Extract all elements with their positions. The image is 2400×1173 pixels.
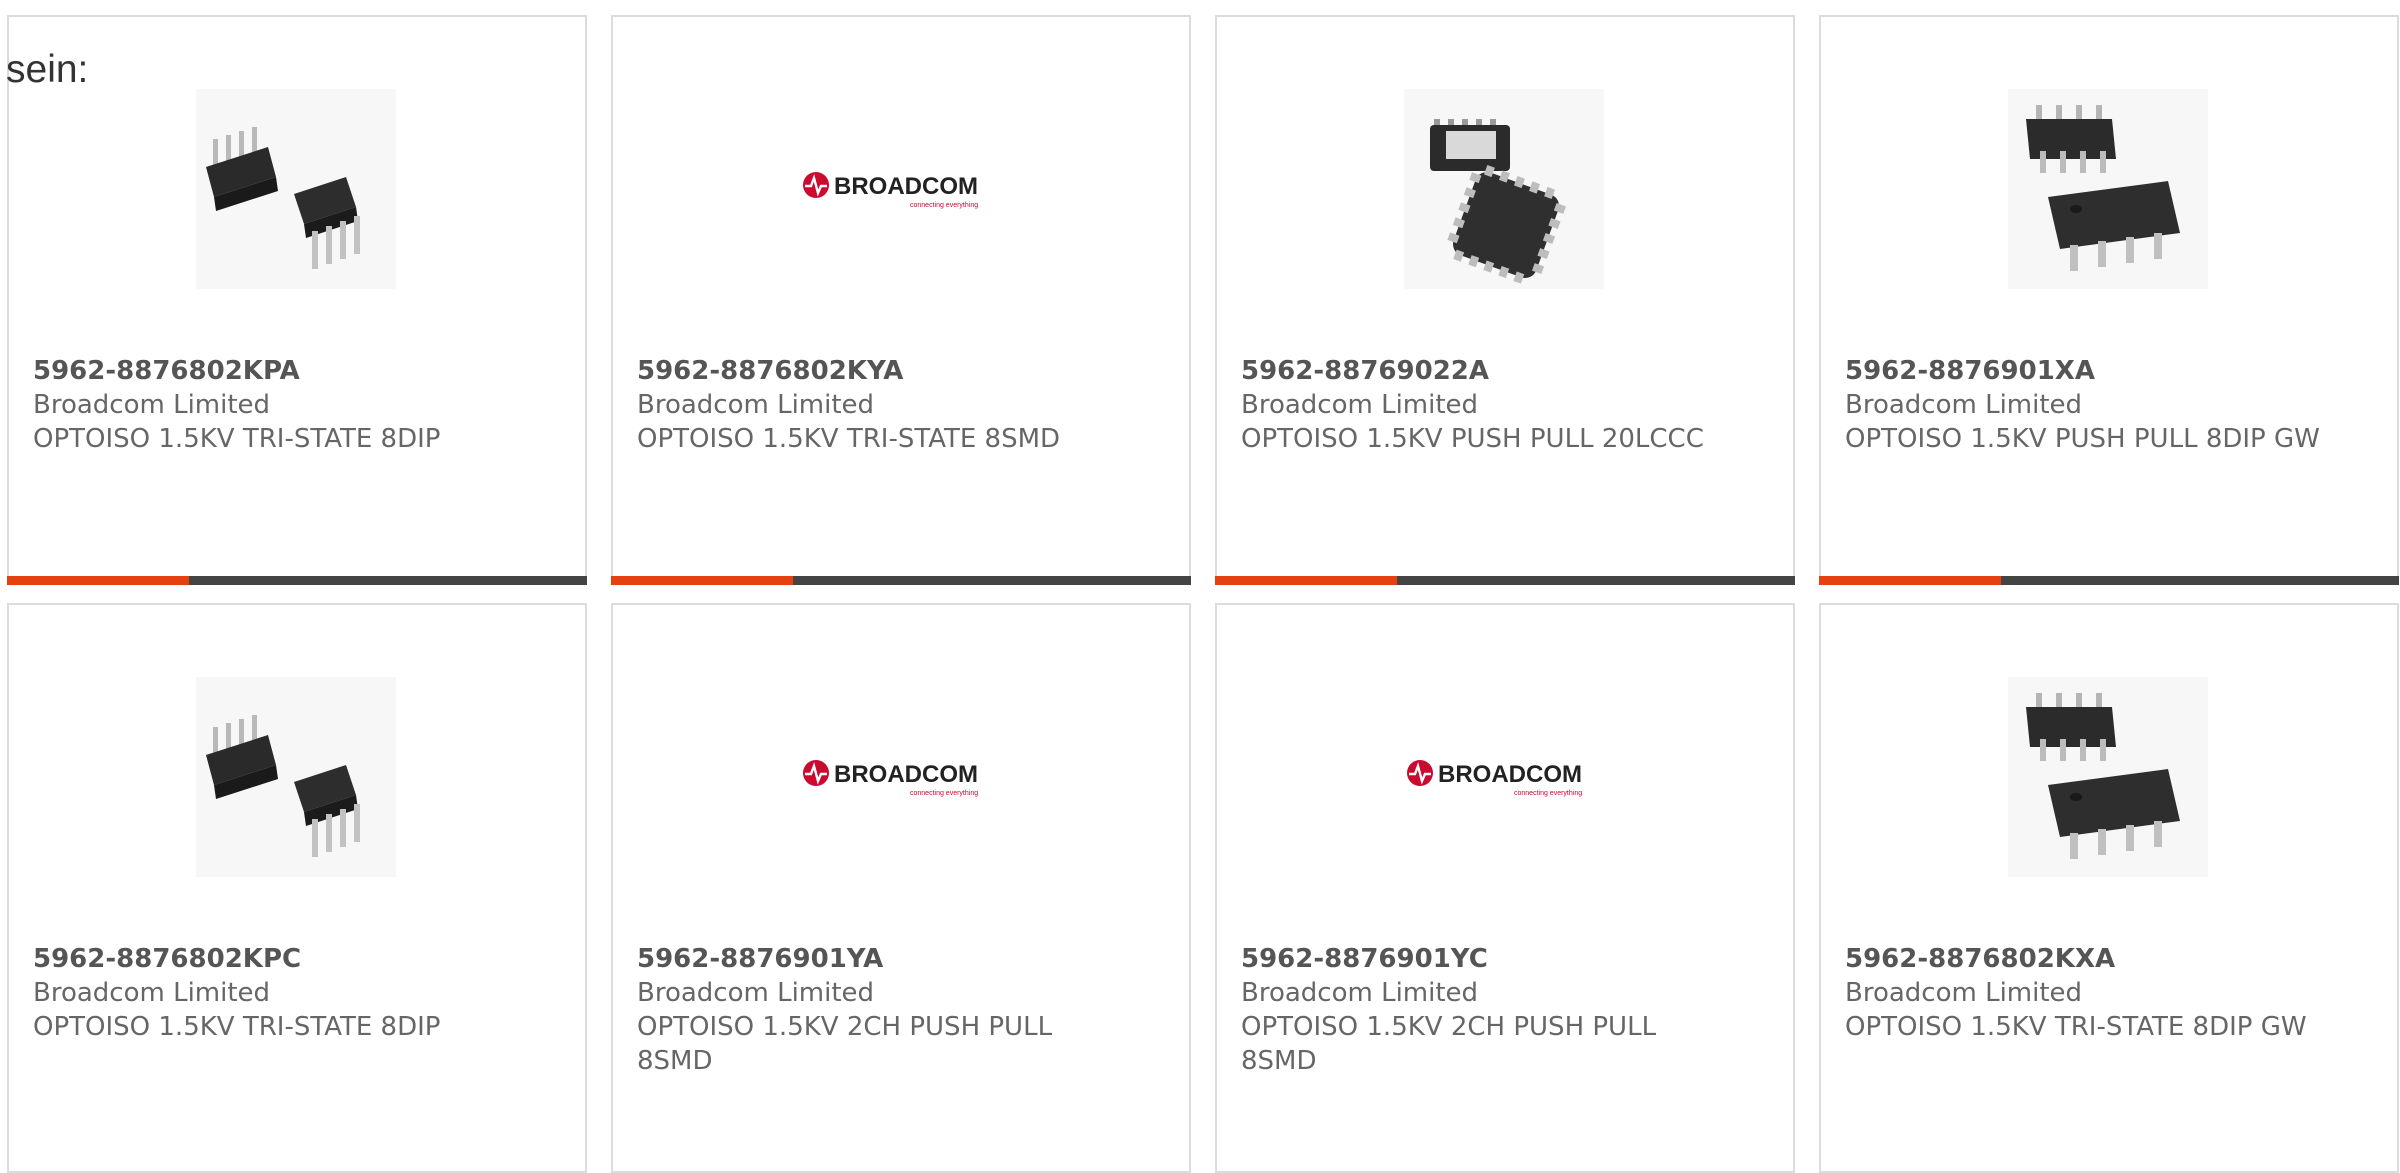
lccc20-package-icon — [1430, 119, 1566, 284]
dip8-gullwing-package-icon — [2026, 105, 2180, 271]
manufacturer: Broadcom Limited — [1845, 390, 2083, 420]
accent-bar-base — [793, 576, 1191, 585]
manufacturer: Broadcom Limited — [637, 390, 875, 420]
accent-bar-base — [189, 576, 587, 585]
product-info: 5962-8876901YC Broadcom Limited OPTOISO … — [1241, 942, 1721, 1078]
product-card[interactable]: BROADCOM connecting everything 5962-8876… — [611, 603, 1191, 1173]
part-number[interactable]: 5962-8876802KPA — [33, 354, 513, 388]
product-card[interactable]: 5962-8876802KPC Broadcom Limited OPTOISO… — [7, 603, 587, 1173]
description: OPTOISO 1.5KV 2CH PUSH PULL 8SMD — [637, 1012, 1053, 1076]
product-card[interactable]: BROADCOM connecting everything 5962-8876… — [611, 15, 1191, 585]
logo-tagline: connecting everything — [910, 202, 978, 209]
dip8-gullwing-package-icon — [2026, 693, 2180, 859]
logo-wordmark: BROADCOM — [834, 173, 978, 200]
product-grid: 5962-8876802KPA Broadcom Limited OPTOISO… — [7, 15, 2399, 1173]
accent-bar-base — [1397, 576, 1795, 585]
manufacturer: Broadcom Limited — [637, 978, 875, 1008]
broadcom-logo-icon: BROADCOM connecting everything — [1407, 760, 1582, 797]
logo-tagline: connecting everything — [910, 790, 978, 797]
description: OPTOISO 1.5KV PUSH PULL 8DIP GW — [1845, 424, 2320, 454]
accent-bar — [611, 576, 1191, 585]
dip8-package-icon — [206, 715, 360, 857]
product-card[interactable]: BROADCOM connecting everything 5962-8876… — [1215, 603, 1795, 1173]
manufacturer: Broadcom Limited — [1241, 390, 1479, 420]
product-image[interactable]: BROADCOM connecting everything — [800, 89, 1000, 289]
product-info: 5962-8876901XA Broadcom Limited OPTOISO … — [1845, 354, 2325, 456]
accent-bar-highlight — [7, 576, 189, 585]
manufacturer: Broadcom Limited — [1241, 978, 1479, 1008]
product-image[interactable]: BROADCOM connecting everything — [1404, 677, 1604, 877]
part-number[interactable]: 5962-88769022A — [1241, 354, 1721, 388]
description: OPTOISO 1.5KV TRI-STATE 8SMD — [637, 424, 1061, 454]
accent-bar — [1819, 576, 2399, 585]
product-info: 5962-8876802KPA Broadcom Limited OPTOISO… — [33, 354, 513, 456]
part-number[interactable]: 5962-8876901YC — [1241, 942, 1721, 976]
product-image[interactable]: BROADCOM connecting everything — [800, 677, 1000, 877]
description: OPTOISO 1.5KV TRI-STATE 8DIP GW — [1845, 1012, 2307, 1042]
intro-text: sein: — [6, 48, 89, 91]
description: OPTOISO 1.5KV TRI-STATE 8DIP — [33, 424, 441, 454]
part-number[interactable]: 5962-8876802KXA — [1845, 942, 2325, 976]
product-image[interactable] — [196, 89, 396, 289]
dip8-package-icon — [206, 127, 360, 269]
accent-bar-base — [2001, 576, 2399, 585]
description: OPTOISO 1.5KV PUSH PULL 20LCCC — [1241, 424, 1704, 454]
product-card[interactable]: 5962-8876802KXA Broadcom Limited OPTOISO… — [1819, 603, 2399, 1173]
product-card[interactable]: 5962-8876901XA Broadcom Limited OPTOISO … — [1819, 15, 2399, 585]
logo-wordmark: BROADCOM — [1438, 761, 1582, 788]
product-image[interactable] — [196, 677, 396, 877]
accent-bar-highlight — [1819, 576, 2001, 585]
product-image[interactable] — [2008, 677, 2208, 877]
product-info: 5962-8876802KPC Broadcom Limited OPTOISO… — [33, 942, 513, 1044]
product-info: 5962-8876802KYA Broadcom Limited OPTOISO… — [637, 354, 1117, 456]
manufacturer: Broadcom Limited — [33, 390, 271, 420]
product-info: 5962-8876802KXA Broadcom Limited OPTOISO… — [1845, 942, 2325, 1044]
part-number[interactable]: 5962-8876901YA — [637, 942, 1117, 976]
broadcom-logo-icon: BROADCOM connecting everything — [803, 172, 978, 209]
logo-tagline: connecting everything — [1514, 790, 1582, 797]
broadcom-logo-icon: BROADCOM connecting everything — [803, 760, 978, 797]
description: OPTOISO 1.5KV 2CH PUSH PULL 8SMD — [1241, 1012, 1657, 1076]
product-image[interactable] — [2008, 89, 2208, 289]
product-info: 5962-88769022A Broadcom Limited OPTOISO … — [1241, 354, 1721, 456]
part-number[interactable]: 5962-8876802KPC — [33, 942, 513, 976]
product-card[interactable]: 5962-88769022A Broadcom Limited OPTOISO … — [1215, 15, 1795, 585]
part-number[interactable]: 5962-8876802KYA — [637, 354, 1117, 388]
product-info: 5962-8876901YA Broadcom Limited OPTOISO … — [637, 942, 1117, 1078]
manufacturer: Broadcom Limited — [1845, 978, 2083, 1008]
part-number[interactable]: 5962-8876901XA — [1845, 354, 2325, 388]
accent-bar-highlight — [611, 576, 793, 585]
accent-bar — [1215, 576, 1795, 585]
accent-bar-highlight — [1215, 576, 1397, 585]
product-image[interactable] — [1404, 89, 1604, 289]
description: OPTOISO 1.5KV TRI-STATE 8DIP — [33, 1012, 441, 1042]
logo-wordmark: BROADCOM — [834, 761, 978, 788]
accent-bar — [7, 576, 587, 585]
manufacturer: Broadcom Limited — [33, 978, 271, 1008]
product-card[interactable]: 5962-8876802KPA Broadcom Limited OPTOISO… — [7, 15, 587, 585]
